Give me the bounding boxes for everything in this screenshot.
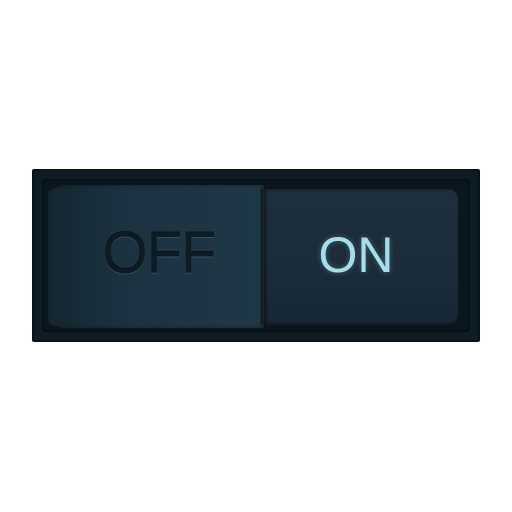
rocker[interactable]: OFF ON (48, 185, 458, 328)
off-side[interactable]: OFF (48, 185, 264, 328)
stage: OFF ON (0, 0, 512, 512)
on-side[interactable]: ON (264, 189, 458, 324)
on-label: ON (318, 226, 394, 283)
toggle-switch[interactable]: OFF ON (32, 169, 480, 342)
off-label: OFF (102, 221, 216, 286)
